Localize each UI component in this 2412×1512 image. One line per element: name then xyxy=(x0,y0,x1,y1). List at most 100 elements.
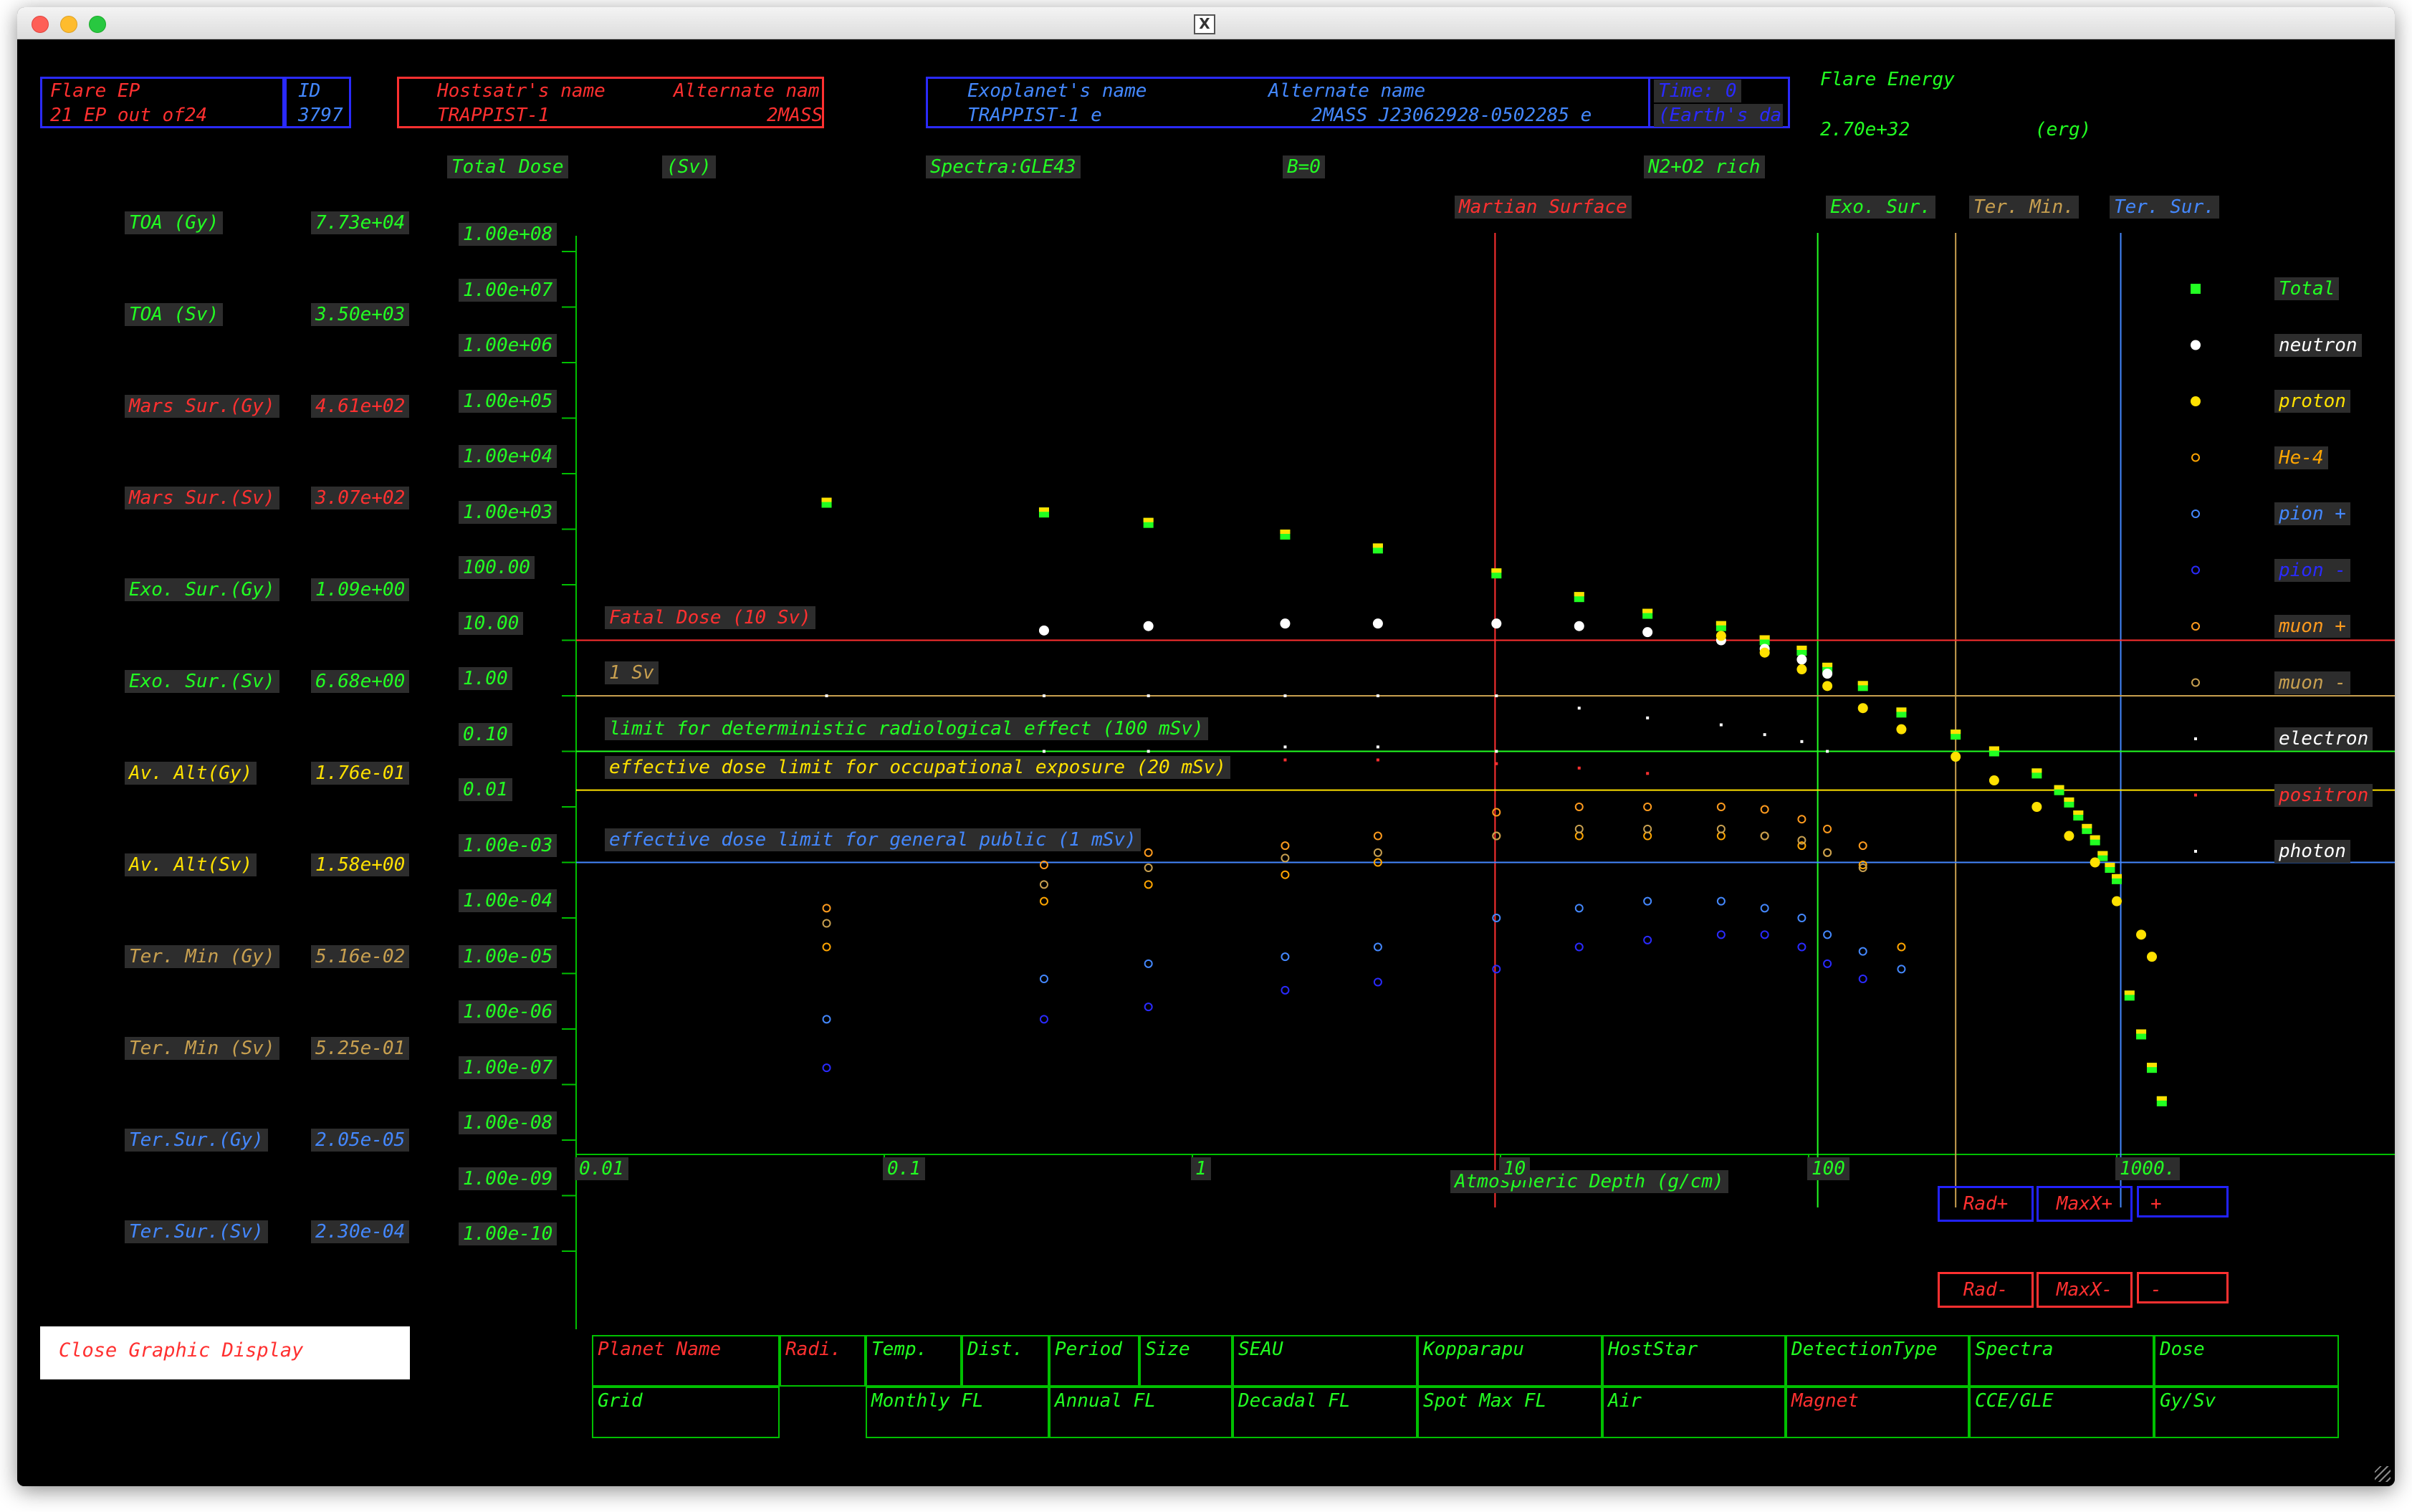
data-point-overlay xyxy=(2105,863,2115,868)
data-point xyxy=(1763,733,1766,737)
y-tick-label: 1.00e-03 xyxy=(459,833,557,857)
menu-item[interactable]: Spectra xyxy=(1969,1335,2154,1387)
id-value: 3797 xyxy=(298,105,343,126)
y-tick-label: 1.00e+07 xyxy=(459,278,557,302)
legend-marker xyxy=(2191,340,2201,350)
data-point xyxy=(1760,805,1769,814)
readout-label: Av. Alt(Gy) xyxy=(125,762,257,785)
menu-item[interactable]: Grid xyxy=(592,1387,780,1438)
data-point-overlay xyxy=(1574,592,1584,597)
menu-item xyxy=(780,1387,866,1438)
data-point xyxy=(1495,762,1498,765)
menu-item[interactable]: Temp. xyxy=(866,1335,962,1387)
legend-marker xyxy=(2191,622,2200,631)
menu-item[interactable]: Monthly FL xyxy=(866,1387,1049,1438)
y-tick-label: 1.00 xyxy=(459,667,512,690)
data-point-overlay xyxy=(1896,707,1907,712)
data-point xyxy=(822,942,831,952)
y-tick-label: 1.00e-04 xyxy=(459,889,557,912)
close-window-button[interactable] xyxy=(32,16,49,33)
data-point xyxy=(1760,930,1769,939)
legend-marker xyxy=(2191,678,2200,687)
rad-minus-button[interactable]: Rad- xyxy=(1938,1272,2034,1308)
data-point xyxy=(1759,647,1770,658)
data-point xyxy=(1039,1015,1048,1024)
data-point xyxy=(1147,750,1150,753)
menu-item[interactable]: Annual FL xyxy=(1049,1387,1233,1438)
earth-days-label: (Earth's da xyxy=(1654,104,1783,127)
menu-item[interactable]: Gy/Sv xyxy=(2154,1387,2339,1438)
legend-entry: photon xyxy=(2274,840,2350,863)
data-point xyxy=(822,904,831,913)
data-point xyxy=(1281,853,1290,863)
data-point-overlay xyxy=(2124,990,2135,995)
data-point xyxy=(1283,694,1287,697)
y-tick-label: 1.00e-06 xyxy=(459,1000,557,1023)
data-point xyxy=(1716,803,1726,811)
readout-value: 2.05e-05 xyxy=(311,1129,410,1152)
legend-entry: pion + xyxy=(2274,502,2350,525)
menu-item[interactable]: HostStar xyxy=(1602,1335,1786,1387)
flare-energy-label: Flare Energy xyxy=(1820,69,1955,90)
y-tick-label: 1.00e-05 xyxy=(459,944,557,968)
data-point xyxy=(1281,870,1290,879)
data-point xyxy=(1897,942,1906,952)
legend-entry: Total xyxy=(2274,277,2340,300)
minus-button[interactable]: - xyxy=(2137,1272,2229,1303)
menu-item[interactable]: Kopparapu xyxy=(1417,1335,1602,1387)
minimize-window-button[interactable] xyxy=(60,16,77,33)
menu-item[interactable]: Air xyxy=(1602,1387,1786,1438)
readout-value: 7.73e+04 xyxy=(311,211,410,234)
menu-item[interactable]: Planet Name xyxy=(592,1335,780,1387)
menu-item[interactable]: Magnet xyxy=(1786,1387,1969,1438)
data-point xyxy=(1643,896,1652,906)
readout-value: 5.25e-01 xyxy=(311,1037,410,1060)
menu-item[interactable]: Decadal FL xyxy=(1233,1387,1417,1438)
app-window: X Flare EP 21 EP out of24 ID 3797 Hostsa… xyxy=(17,7,2395,1486)
data-point xyxy=(1280,618,1291,629)
menu-item[interactable]: DetectionType xyxy=(1786,1335,1969,1387)
data-point xyxy=(1574,831,1584,841)
data-point xyxy=(1796,664,1807,675)
data-point xyxy=(2112,896,2122,906)
data-point xyxy=(1042,694,1045,697)
reference-line-label: Fatal Dose (10 Sv) xyxy=(605,606,815,629)
maxx-plus-button[interactable]: MaxX+ xyxy=(2037,1186,2133,1222)
data-point xyxy=(1574,803,1584,811)
data-point-overlay xyxy=(2054,785,2064,790)
resize-grip[interactable] xyxy=(2375,1466,2391,1482)
x-axis-title: Atmospheric Depth (g/cm) xyxy=(1450,1170,1728,1193)
y-tick-label: 1.00e-07 xyxy=(459,1056,557,1079)
data-point xyxy=(1646,772,1650,775)
plus-button[interactable]: + xyxy=(2137,1186,2229,1217)
readout-label: Ter. Min (Sv) xyxy=(125,1037,279,1060)
maxx-minus-button[interactable]: MaxX- xyxy=(2037,1272,2133,1308)
data-point-overlay xyxy=(1143,517,1154,522)
data-point xyxy=(1373,977,1382,987)
menu-item[interactable]: Spot Max FL xyxy=(1417,1387,1602,1438)
menu-item[interactable]: Dist. xyxy=(962,1335,1049,1387)
data-point-overlay xyxy=(1796,645,1807,650)
data-point-overlay xyxy=(1038,507,1049,512)
readout-value: 1.76e-01 xyxy=(311,762,410,785)
menu-item[interactable]: Period xyxy=(1049,1335,1139,1387)
data-point xyxy=(1574,942,1584,952)
rad-plus-button[interactable]: Rad+ xyxy=(1938,1186,2034,1222)
data-point xyxy=(1951,752,1961,762)
menu-item[interactable]: SEAU xyxy=(1233,1335,1417,1387)
data-point xyxy=(1858,975,1867,984)
x-tick-label: 10 xyxy=(1499,1157,1531,1180)
y-tick-label: 1.00e+05 xyxy=(459,389,557,413)
data-point xyxy=(1492,808,1501,817)
hoststar-alt-value: 2MASS xyxy=(767,105,823,126)
legend-marker xyxy=(2191,565,2200,575)
menu-item[interactable]: Size xyxy=(1139,1335,1233,1387)
readout-label: Exo. Sur.(Sv) xyxy=(125,670,279,693)
menu-item[interactable]: CCE/GLE xyxy=(1969,1387,2154,1438)
menu-item[interactable]: Dose xyxy=(2154,1335,2339,1387)
data-point-overlay xyxy=(2156,1096,2167,1101)
close-graphic-display-button[interactable]: Close Graphic Display xyxy=(40,1326,410,1379)
data-point xyxy=(1574,904,1584,913)
menu-item[interactable]: Radi. xyxy=(780,1335,866,1387)
maximize-window-button[interactable] xyxy=(89,16,106,33)
